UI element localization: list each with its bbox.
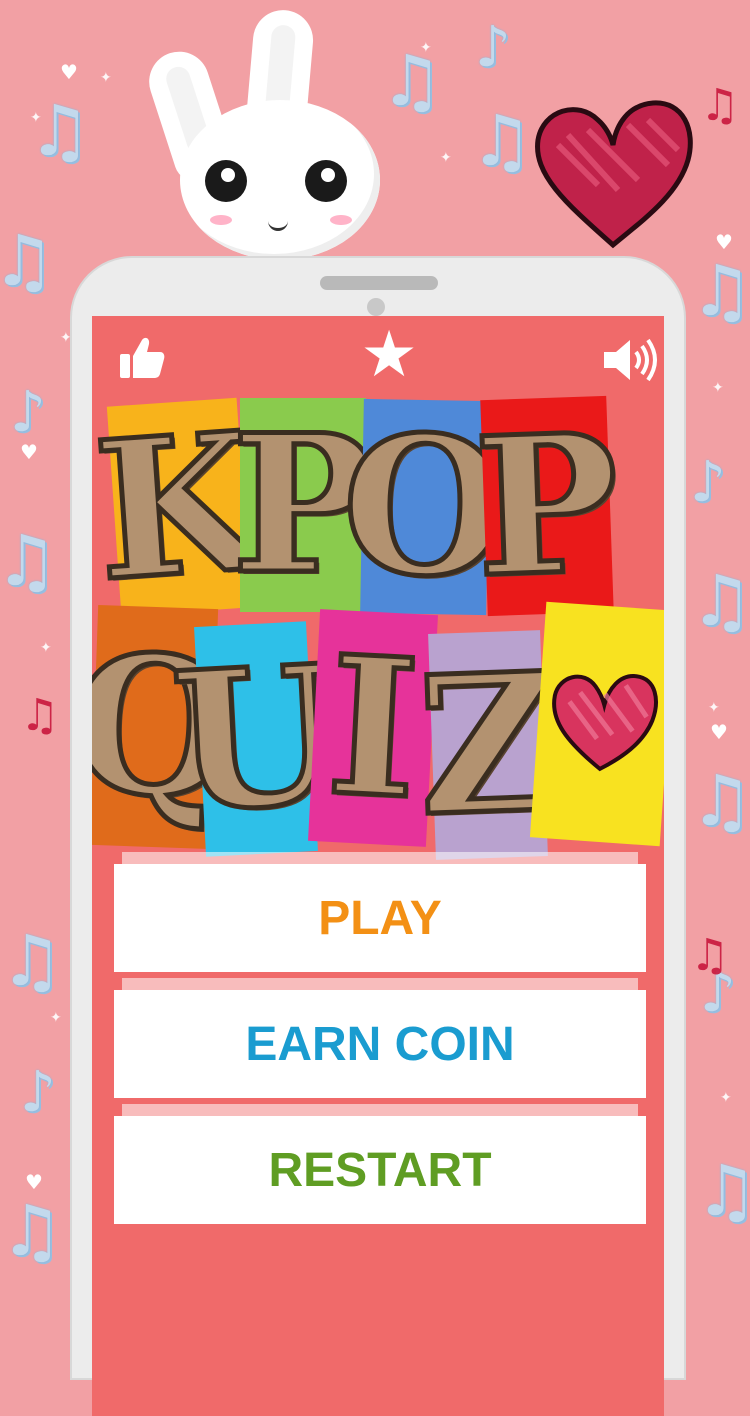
music-note-icon: ♫ [470,100,533,182]
heart-icon: ♥ [25,1170,43,1194]
music-note-icon: ♫ [0,520,58,602]
sparkle-icon: ✦ [440,150,452,166]
restart-button[interactable]: RESTART [114,1116,646,1224]
sparkle-icon: ✦ [420,40,432,56]
sparkle-icon: ✦ [712,380,724,396]
music-note-icon: ♫ [690,250,750,332]
music-note-icon: ♫ [0,220,55,302]
kpop-quiz-logo: K P O P Q U I Z [92,387,664,862]
sparkle-icon: ✦ [720,1090,732,1106]
earn-coin-button-label: EARN COIN [245,1017,515,1071]
phone-frame: ★ K P O P Q U I Z PLAY EARN COIN RESTART [72,258,684,1416]
logo-tile: O [338,391,512,622]
earn-coin-button[interactable]: EARN COIN [114,990,646,1098]
music-note-icon: ♫ [690,760,750,842]
logo-tile: U [165,620,347,857]
star-icon[interactable]: ★ [354,320,424,390]
music-note-icon: ♪ [10,380,46,445]
speaker-icon[interactable] [600,330,660,390]
bunny-mouth [268,218,288,231]
bunny-eye [205,160,247,202]
heart-icon: ♥ [60,60,78,84]
music-note-icon: ♪ [475,15,511,80]
phone-camera [367,298,385,316]
logo-letter: P [469,389,625,622]
sparkle-icon: ✦ [708,700,720,716]
app-screen: ★ K P O P Q U I Z PLAY EARN COIN RESTART [92,316,664,1416]
sparkle-icon: ✦ [100,70,112,86]
music-note-icon: ♫ [20,690,60,741]
sparkle-icon: ✦ [60,330,72,346]
thumbs-up-icon[interactable] [118,334,166,382]
music-note-icon: ♫ [690,560,750,642]
heart-icon [552,674,658,772]
phone-speaker [320,276,438,290]
music-note-icon: ♪ [690,450,726,515]
bunny-head [180,100,380,260]
sparkle-icon: ✦ [50,1010,62,1026]
sparkle-icon: ✦ [40,640,52,656]
logo-heart-tile: ♥ [529,601,664,847]
music-note-icon: ♫ [690,930,730,981]
heart-icon: ♥ [20,440,38,464]
sparkle-icon: ✦ [30,110,42,126]
music-note-icon: ♫ [0,1190,63,1272]
music-note-icon: ♫ [28,90,91,172]
logo-tile: P [469,389,625,622]
heart-icon: ♥ [710,720,728,744]
bunny-mascot [141,7,390,270]
bunny-eye [305,160,347,202]
music-note-icon: ♫ [0,920,63,1002]
play-button[interactable]: PLAY [114,864,646,972]
bunny-blush [210,215,232,225]
logo-tile: K [92,387,272,626]
logo-letter: I [320,611,425,843]
big-heart-icon [535,100,693,249]
restart-button-label: RESTART [268,1143,492,1197]
music-note-icon: ♪ [20,1060,56,1125]
music-note-icon: ♫ [695,1150,750,1232]
heart-icon: ♥ [715,230,733,254]
music-note-icon: ♫ [700,80,740,131]
play-button-label: PLAY [318,891,442,945]
bunny-blush [330,215,352,225]
